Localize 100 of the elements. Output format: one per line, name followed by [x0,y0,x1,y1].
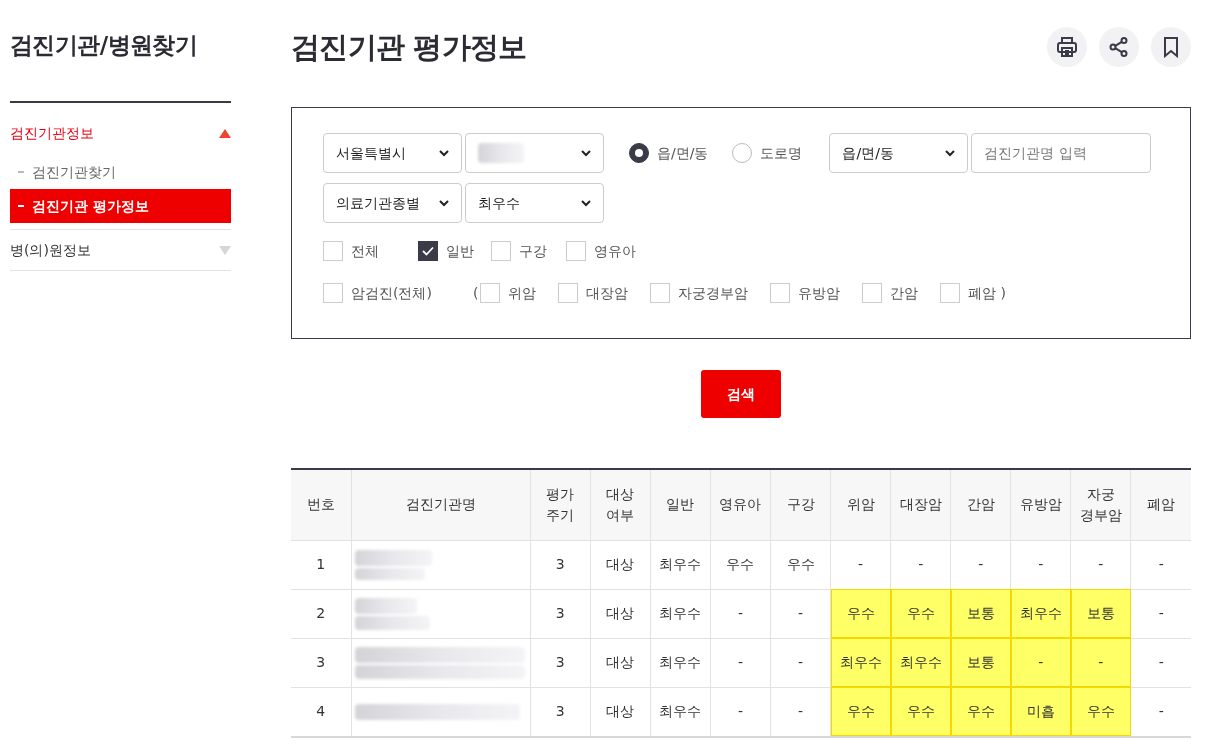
chevron-down-icon [439,199,449,207]
table-cell: - [710,589,771,638]
table-cell: - [1130,687,1191,736]
radio-button[interactable] [629,143,649,163]
table-cell: 대상 [590,589,651,638]
print-icon [1056,36,1078,58]
table-cell: 대상 [590,540,651,589]
table-cell: 우수 [950,687,1011,736]
select-field[interactable]: 읍/면/동 [829,133,969,173]
table-cell: 3 [530,687,591,736]
table-cell: 2 [291,589,352,638]
print-button[interactable] [1047,27,1087,67]
close-parenthesis: ) [1000,283,1006,303]
table-cell: 최우수 [1010,589,1071,638]
chevron-down-icon [581,199,591,207]
open-parenthesis: ( [473,283,479,303]
share-button[interactable] [1099,27,1139,67]
table-cell: - [1130,638,1191,687]
search-field[interactable]: 검진기관명 입력 [971,133,1152,173]
table-cell: - [1130,540,1191,589]
table-cell: 보통 [950,589,1011,638]
chevron-down-icon [581,149,591,157]
column-header: 간암 [965,495,996,515]
bookmark-button[interactable] [1151,27,1191,67]
column-header: 폐암 [1146,495,1177,515]
table-cell: 보통 [1070,589,1131,638]
table-cell: 최우수 [890,638,951,687]
checkbox-label: 간암 [890,283,919,303]
triangle-up-icon [219,128,231,138]
table-cell: 3 [291,638,352,687]
sidebar-title: 검진기관/병원찾기 [10,31,199,60]
radio-button[interactable] [732,143,753,163]
table-cell: 우수 [890,589,951,638]
table-cell: 대상 [590,638,651,687]
table-cell: - [770,589,831,638]
column-header: 위암 [845,495,876,515]
table-cell: 우수 [770,540,831,589]
table-cell: - [1070,638,1131,687]
table-cell: 우수 [830,687,891,736]
select-field[interactable] [465,133,604,173]
table-cell: 대상 [590,687,651,736]
column-header: 유방암 [1018,495,1063,515]
table-cell: - [710,687,771,736]
page-title: 검진기관 평가정보 [291,29,527,66]
checkbox-label: 폐암 [968,283,997,303]
column-header: 구강 [785,495,816,515]
select-field[interactable]: 서울특별시 [323,133,462,173]
table-cell: 3 [530,589,591,638]
table-cell: - [770,687,831,736]
table-cell: 3 [530,540,591,589]
table-cell: 1 [291,540,352,589]
table-cell: 최우수 [830,638,891,687]
table-cell: 4 [291,687,352,736]
checkbox-label: 구강 [519,241,547,261]
sidebar-item[interactable]: 검진기관 평가정보 [10,189,231,223]
table-cell: 우수 [830,589,891,638]
triangle-down-icon [219,245,231,255]
table-cell: 최우수 [650,589,711,638]
checkbox-label: 일반 [446,241,474,261]
checkbox-label: 위암 [508,283,537,303]
table-cell: 미흡 [1010,687,1071,736]
table-cell: 최우수 [650,540,711,589]
table-cell: - [1130,589,1191,638]
checkbox[interactable] [418,241,438,261]
sidebar-item[interactable]: 검진기관찾기 [10,155,231,189]
checkbox-label: 자궁경부암 [678,283,749,303]
select-field[interactable]: 의료기관종별 [323,183,462,223]
table-cell: 우수 [1070,687,1131,736]
column-header: 평가 주기 [545,484,576,525]
checkbox-label: 암검진(전체) [351,283,432,303]
search-button[interactable]: 검색 [701,370,781,418]
table-cell: 우수 [890,687,951,736]
checkbox-label: 유방암 [798,283,841,303]
radio-label: 도로명 [760,143,803,163]
checkbox-label: 대장암 [586,283,629,303]
chevron-down-icon [945,149,956,157]
table-cell: 보통 [950,638,1011,687]
select-field[interactable]: 최우수 [465,183,604,223]
table-cell: - [770,638,831,687]
table-cell: - [1010,638,1071,687]
column-header: 대장암 [898,495,943,515]
radio-label: 읍/면/동 [657,143,709,163]
column-header: 자궁 경부암 [1078,484,1123,525]
column-header: 영유아 [718,495,763,515]
sidebar-section[interactable]: 병(의)원정보 [10,230,231,270]
table-cell: 우수 [710,540,771,589]
column-header: 대상 여부 [605,484,636,525]
share-icon [1108,36,1130,58]
table-cell: 최우수 [650,687,711,736]
check-icon [422,246,434,256]
checkbox-label: 영유아 [594,241,636,261]
column-header: 검진기관명 [405,495,476,515]
column-header: 번호 [305,495,336,515]
table-cell: 최우수 [650,638,711,687]
table-cell: 3 [530,638,591,687]
column-header: 일반 [665,495,696,515]
chevron-down-icon [439,149,449,157]
sidebar-section[interactable]: 검진기관정보 [10,103,231,155]
table-cell: - [710,638,771,687]
checkbox-label: 전체 [351,241,379,261]
